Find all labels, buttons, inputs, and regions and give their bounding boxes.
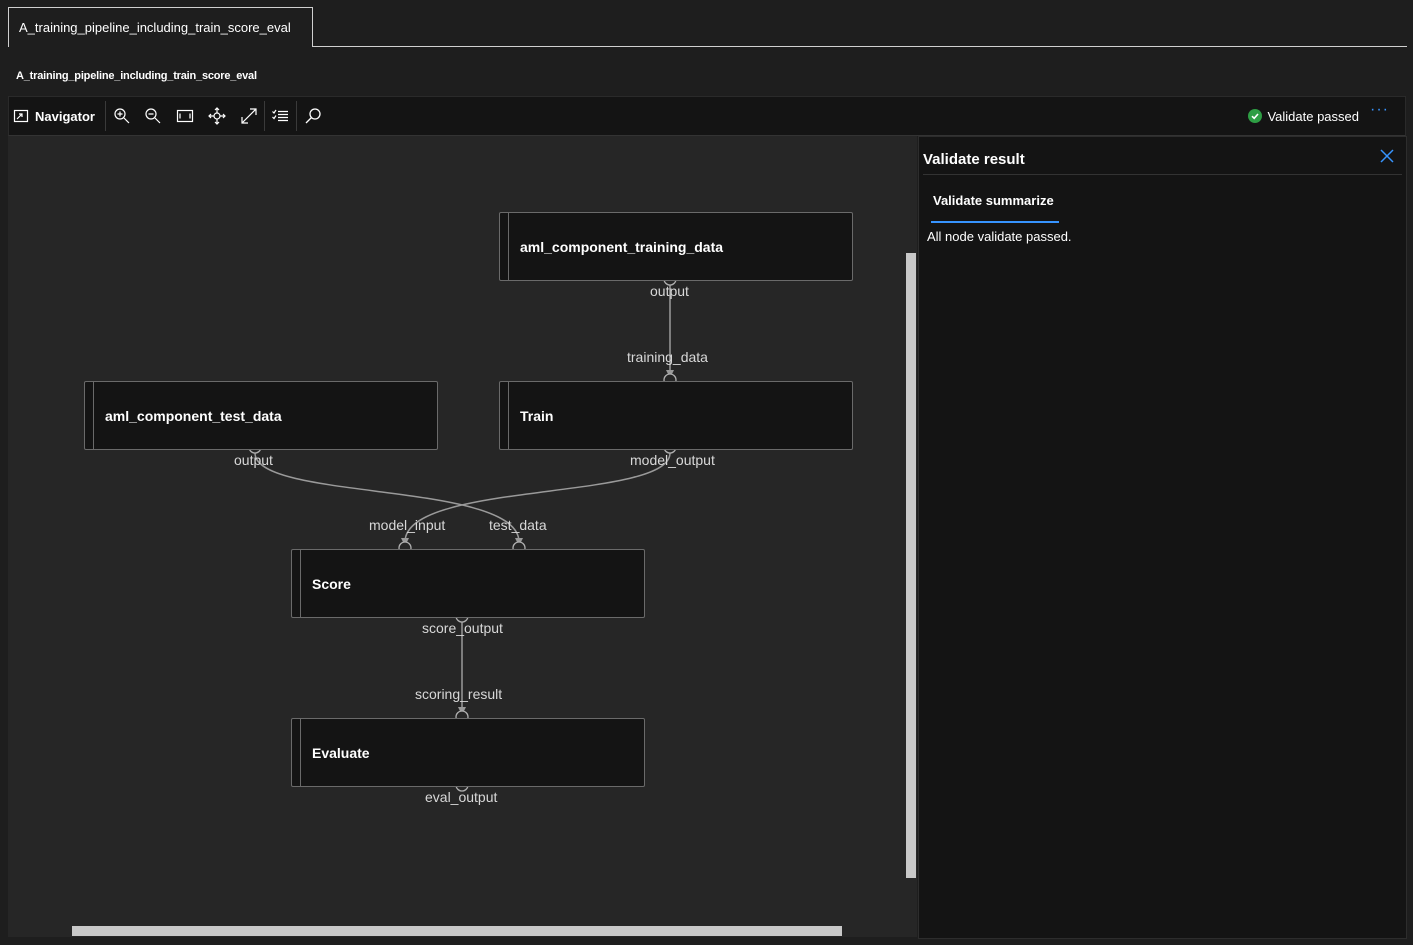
- port-label-train-output: model_output: [630, 452, 715, 468]
- fullscreen-icon: [241, 108, 257, 124]
- node-accent-bar: [300, 550, 301, 617]
- panel-title: Validate result: [923, 151, 1025, 168]
- navigator-icon: [13, 109, 29, 123]
- graph-canvas[interactable]: aml_component_training_data output train…: [8, 136, 917, 937]
- list-icon: [272, 109, 288, 122]
- close-icon: [1380, 149, 1394, 163]
- port-label-score-output: score_output: [422, 620, 503, 636]
- validate-status[interactable]: Validate passed: [1248, 97, 1359, 135]
- validate-message: All node validate passed.: [927, 229, 1072, 244]
- node-accent-bar: [508, 213, 509, 280]
- navigator-label: Navigator: [35, 108, 95, 124]
- search-button[interactable]: [301, 104, 325, 128]
- port-label-train-input: training_data: [627, 349, 708, 365]
- vertical-scrollbar[interactable]: [906, 253, 916, 878]
- node-test-data[interactable]: aml_component_test_data: [84, 381, 438, 450]
- port-label-evaluate-output: eval_output: [425, 789, 498, 805]
- node-evaluate[interactable]: Evaluate: [291, 718, 645, 787]
- tab-bar-divider: [313, 46, 1407, 47]
- navigator-button[interactable]: Navigator: [13, 97, 95, 135]
- graph-toolbar: Navigator Validate passed ···: [8, 96, 1406, 136]
- node-score[interactable]: Score: [291, 549, 645, 618]
- node-title: aml_component_training_data: [520, 239, 724, 255]
- search-icon: [305, 108, 321, 124]
- list-button[interactable]: [268, 104, 292, 128]
- validate-result-panel: Validate result Validate summarize All n…: [918, 136, 1407, 939]
- node-title: Score: [312, 576, 351, 592]
- port-label-test-output: output: [234, 452, 273, 468]
- horizontal-scrollbar[interactable]: [72, 926, 842, 936]
- validate-status-label: Validate passed: [1267, 108, 1359, 124]
- zoom-out-button[interactable]: [141, 104, 165, 128]
- tab-bar: A_training_pipeline_including_train_scor…: [0, 0, 1413, 47]
- node-accent-bar: [93, 382, 94, 449]
- fullscreen-button[interactable]: [237, 104, 261, 128]
- check-circle-icon: [1248, 109, 1263, 123]
- zoom-in-button[interactable]: [110, 104, 134, 128]
- port-label-training-output: output: [650, 283, 689, 299]
- zoom-in-icon: [114, 108, 130, 124]
- fit-to-screen-icon: [176, 109, 194, 123]
- port-label-score-model-input: model_input: [369, 517, 446, 533]
- panel-divider: [923, 174, 1402, 175]
- port-label-evaluate-input: scoring_result: [415, 686, 503, 702]
- node-title: aml_component_test_data: [105, 408, 282, 424]
- toolbar-divider: [296, 101, 297, 131]
- node-title: Evaluate: [312, 745, 370, 761]
- node-accent-bar: [300, 719, 301, 786]
- node-train[interactable]: Train: [499, 381, 853, 450]
- node-accent-bar: [508, 382, 509, 449]
- pan-icon: [208, 107, 226, 125]
- fit-to-screen-button[interactable]: [173, 104, 197, 128]
- pipeline-title: A_training_pipeline_including_train_scor…: [16, 70, 257, 82]
- node-title: Train: [520, 408, 554, 424]
- more-icon[interactable]: ···: [1370, 101, 1389, 119]
- toolbar-divider: [105, 101, 106, 131]
- node-training-data[interactable]: aml_component_training_data: [499, 212, 853, 281]
- toolbar-divider: [264, 101, 265, 131]
- tab-pipeline[interactable]: A_training_pipeline_including_train_scor…: [8, 7, 313, 47]
- port-label-score-test-input: test_data: [489, 517, 547, 533]
- pan-button[interactable]: [205, 104, 229, 128]
- tab-validate-summarize[interactable]: Validate summarize: [931, 193, 1059, 223]
- close-button[interactable]: [1378, 147, 1396, 165]
- tab-label: A_training_pipeline_including_train_scor…: [19, 20, 291, 35]
- zoom-out-icon: [145, 108, 161, 124]
